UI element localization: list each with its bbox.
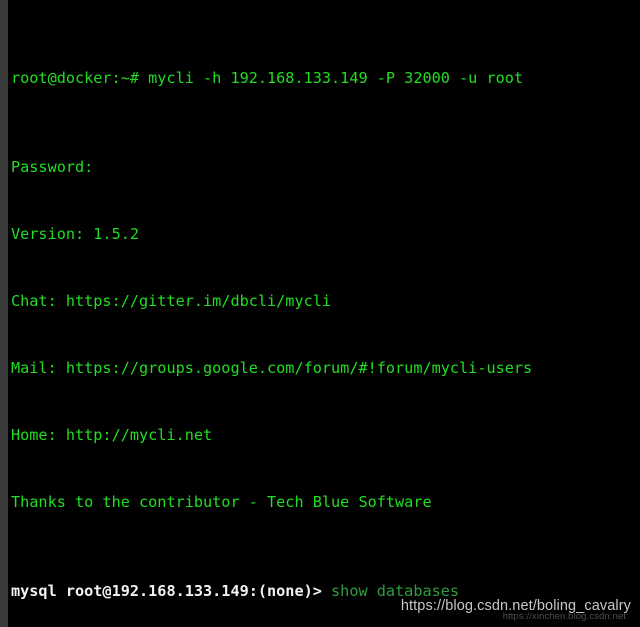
mycli-prompt: mysql root@192.168.133.149:(none)>	[11, 581, 332, 600]
chat-line: Chat: https://gitter.im/dbcli/mycli	[11, 291, 332, 310]
watermark-secondary-url: https://xinchen.blog.csdn.net	[502, 611, 626, 622]
password-prompt-line: Password:	[11, 158, 94, 177]
terminal-left-gutter	[0, 0, 8, 627]
mail-line: Mail: https://groups.google.com/forum/#!…	[11, 358, 533, 377]
shell-command-line: root@docker:~# mycli -h 192.168.133.149 …	[11, 67, 640, 89]
shell-prompt: root@docker:~#	[11, 68, 149, 87]
shell-command: mycli -h 192.168.133.149 -P 32000 -u roo…	[148, 68, 524, 87]
terminal-output-area[interactable]: root@docker:~# mycli -h 192.168.133.149 …	[11, 0, 640, 627]
home-line: Home: http://mycli.net	[11, 425, 213, 444]
version-line: Version: 1.5.2	[11, 224, 140, 243]
terminal-window[interactable]: root@docker:~# mycli -h 192.168.133.149 …	[0, 0, 640, 627]
thanks-line: Thanks to the contributor - Tech Blue So…	[11, 492, 432, 511]
